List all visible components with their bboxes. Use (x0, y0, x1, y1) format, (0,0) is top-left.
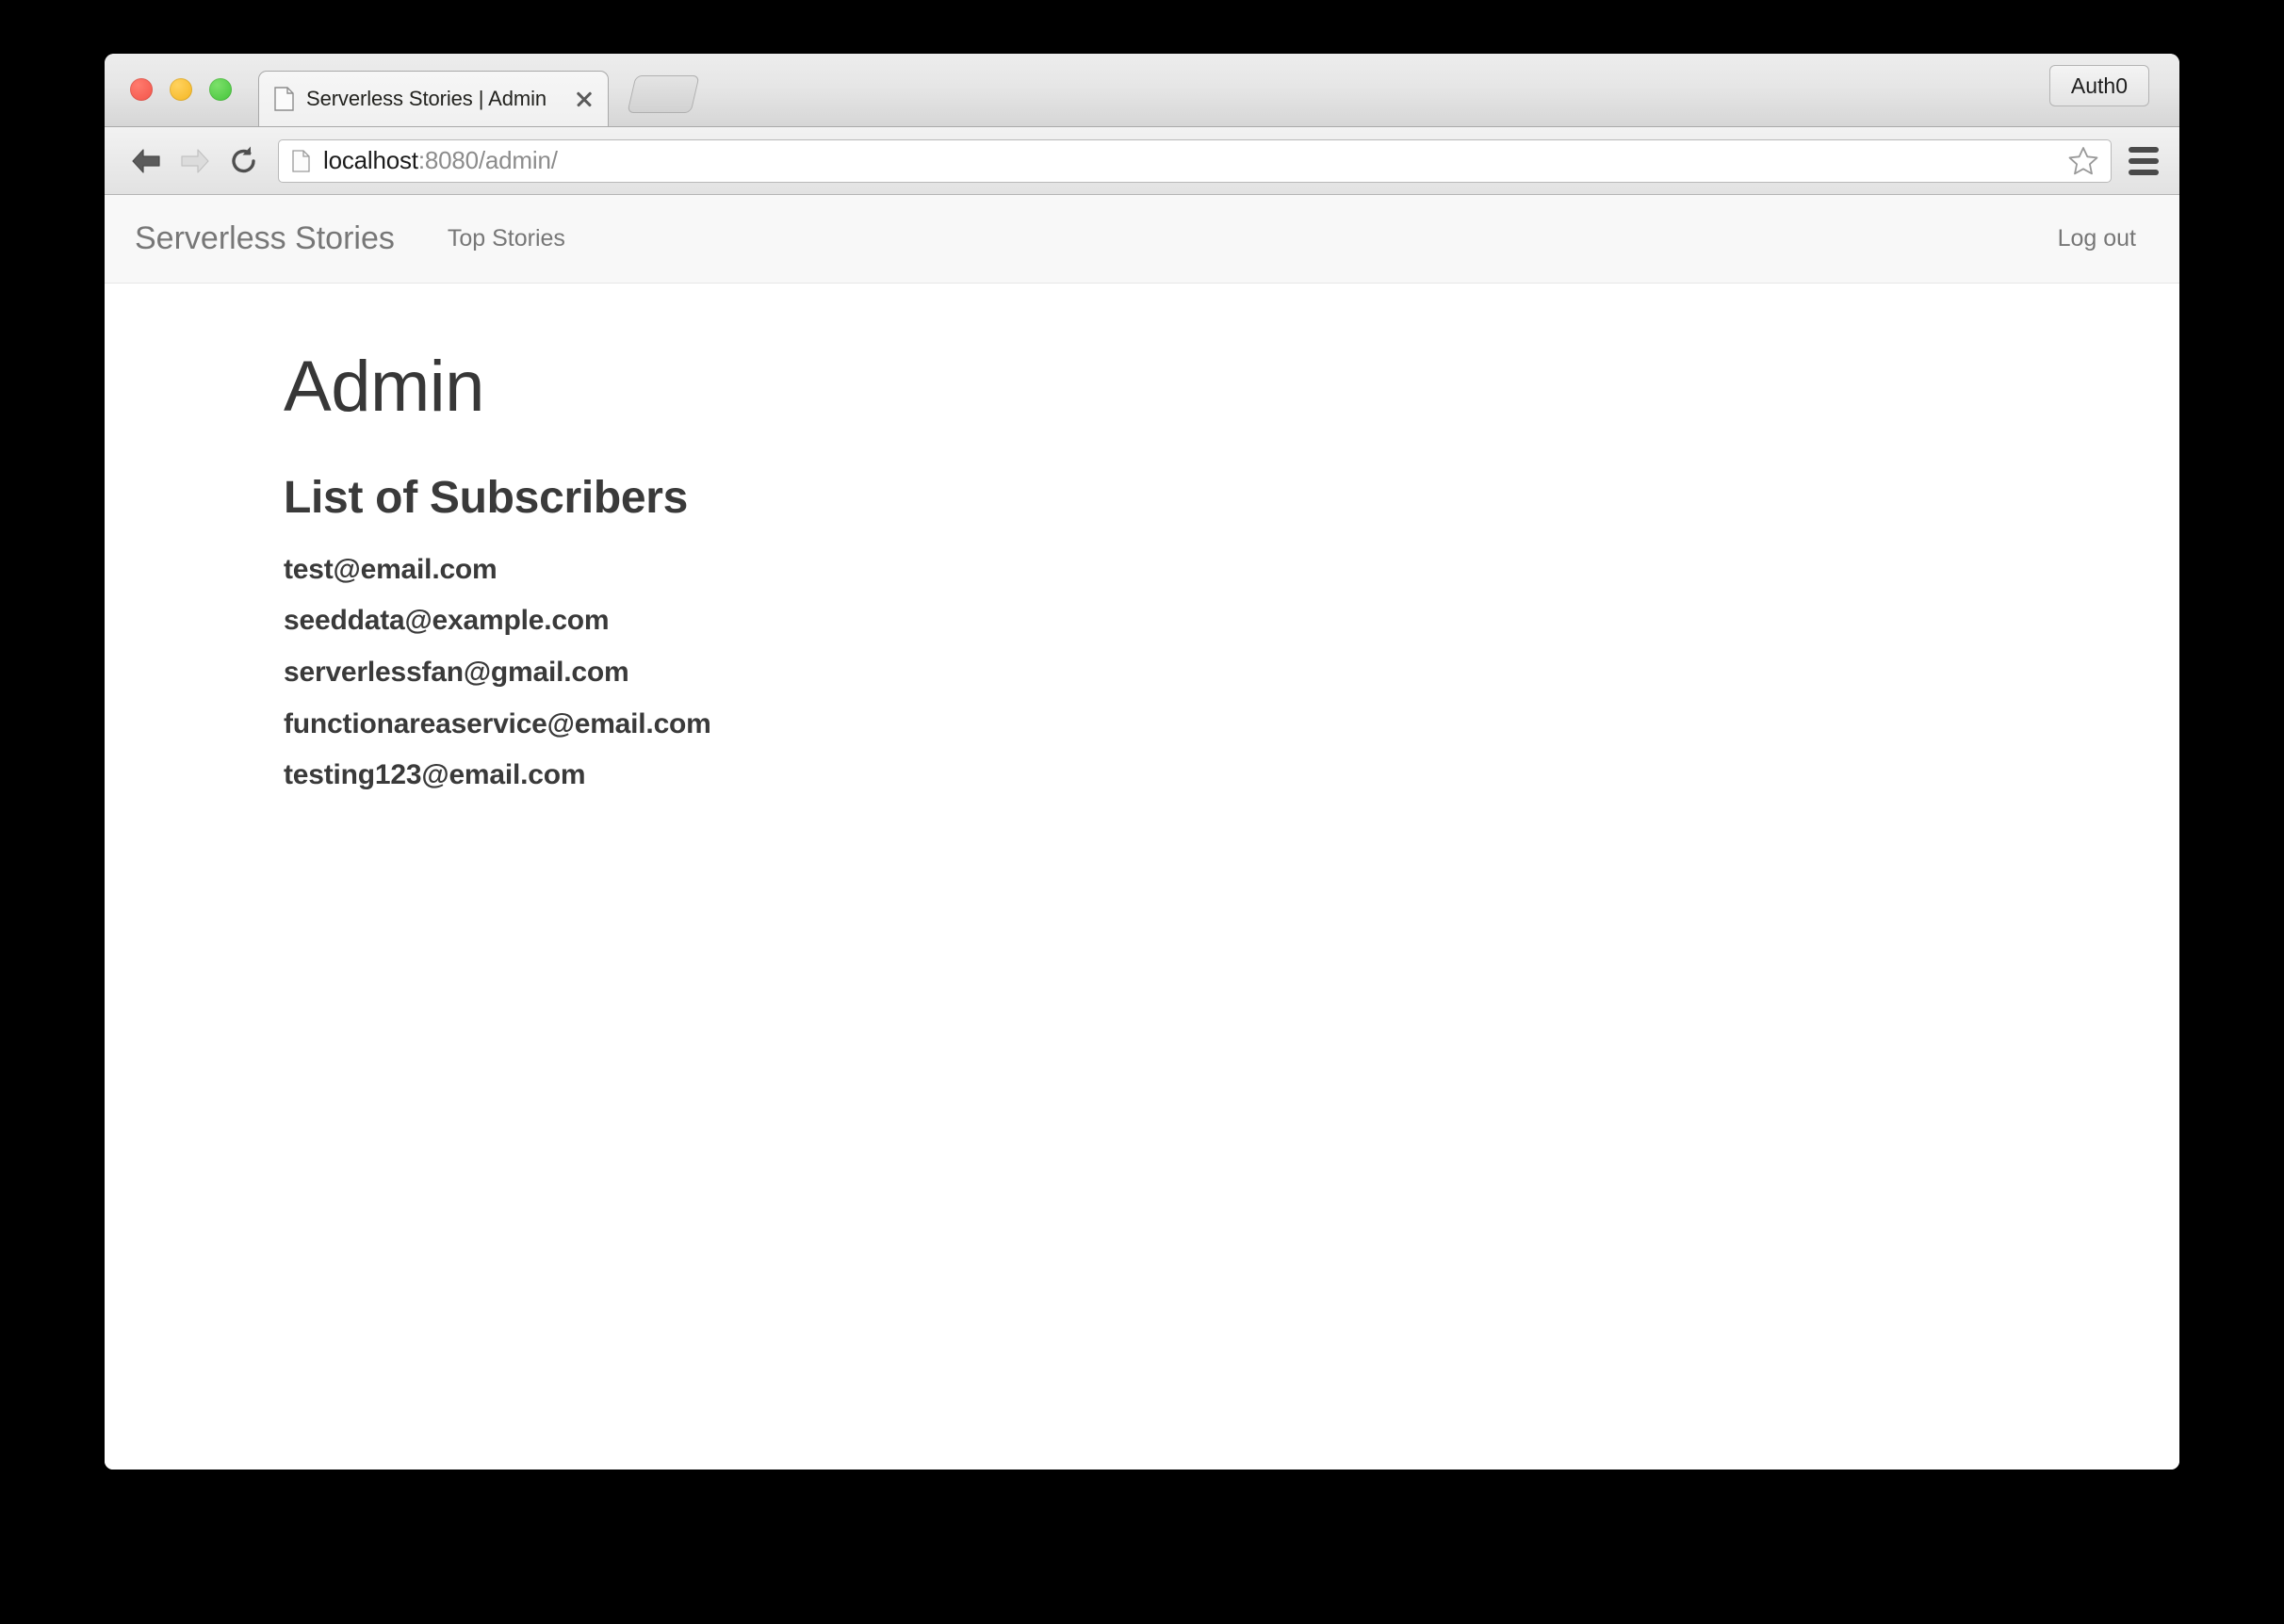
document-icon (292, 149, 310, 172)
document-icon (274, 87, 294, 111)
page-title: Admin (284, 347, 484, 427)
close-window-button[interactable] (130, 78, 153, 101)
section-title: List of Subscribers (284, 473, 689, 523)
menu-bar-line (2129, 157, 2159, 164)
logout-link[interactable]: Log out (2058, 225, 2136, 252)
page-content: Admin List of Subscribers test@email.com… (105, 284, 2179, 1470)
address-bar-host: localhost (323, 146, 418, 174)
forward-arrow-icon (181, 148, 209, 173)
list-item: serverlessfan@gmail.com (284, 656, 629, 688)
close-icon[interactable] (572, 87, 596, 111)
browser-tab[interactable]: Serverless Stories | Admin (258, 71, 609, 126)
tab-title: Serverless Stories | Admin (306, 87, 547, 110)
menu-bar-line (2129, 146, 2159, 153)
maximize-window-button[interactable] (209, 78, 232, 101)
browser-tab-strip: Serverless Stories | Admin Auth0 (105, 54, 2179, 127)
new-tab-button[interactable] (627, 75, 700, 113)
reload-icon (232, 146, 255, 172)
subscriber-list: test@email.com seeddata@example.com serv… (284, 544, 2179, 802)
back-button[interactable] (122, 137, 171, 186)
address-bar-path: :8080/admin/ (417, 146, 558, 174)
back-arrow-icon (132, 148, 160, 173)
window-controls (130, 78, 232, 101)
address-bar-url: localhost:8080/admin/ (323, 146, 2067, 175)
site-brand[interactable]: Serverless Stories (135, 220, 395, 257)
site-navbar: Serverless Stories Top Stories Log out (105, 195, 2179, 284)
auth0-extension-button[interactable]: Auth0 (2048, 65, 2149, 107)
forward-button[interactable] (171, 137, 220, 186)
hamburger-menu-icon[interactable] (2125, 142, 2162, 180)
menu-bar-line (2129, 169, 2159, 175)
bookmark-star-icon[interactable] (2067, 145, 2099, 177)
browser-window: Serverless Stories | Admin Auth0 localho… (105, 54, 2179, 1470)
browser-toolbar: localhost:8080/admin/ (105, 127, 2179, 195)
list-item: testing123@email.com (284, 759, 586, 791)
list-item: functionareaservice@email.com (284, 707, 711, 739)
minimize-window-button[interactable] (170, 78, 192, 101)
reload-button[interactable] (220, 137, 269, 186)
list-item: test@email.com (284, 553, 498, 585)
nav-link-top-stories[interactable]: Top Stories (448, 225, 565, 252)
list-item: seeddata@example.com (284, 605, 610, 637)
address-bar[interactable]: localhost:8080/admin/ (278, 138, 2112, 183)
